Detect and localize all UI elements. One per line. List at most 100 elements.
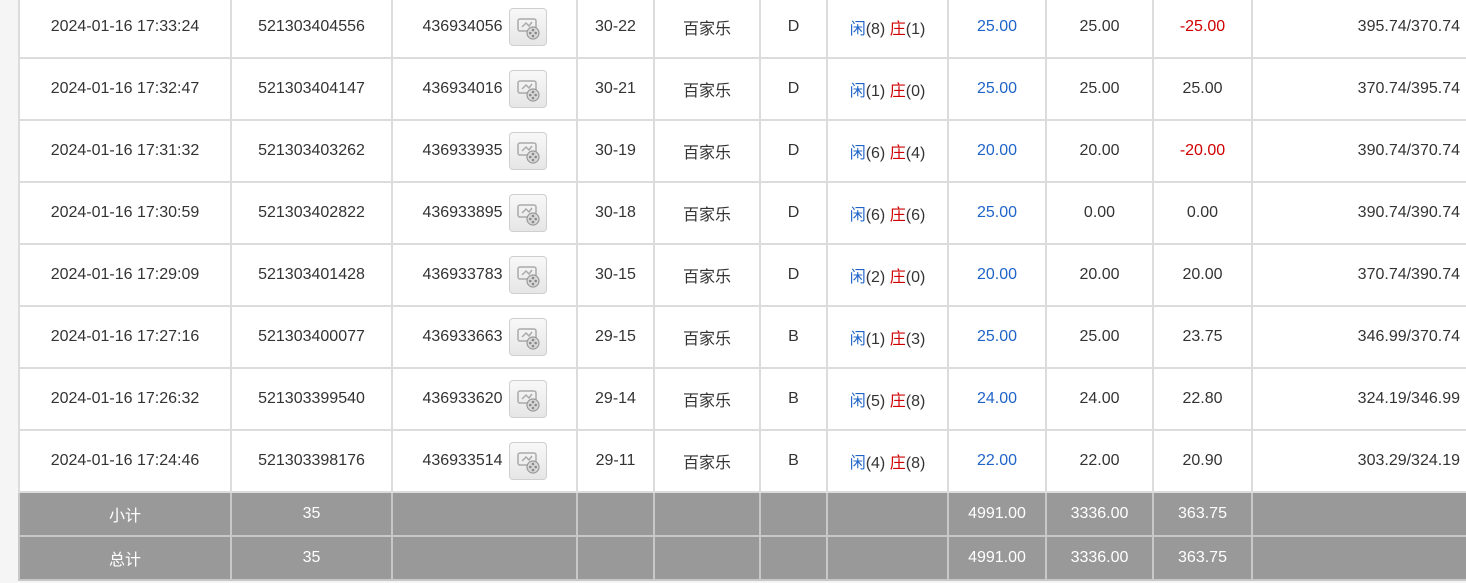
bet-type: D (759, 181, 828, 245)
result-cell: 闲(2) 庄(0) (826, 243, 949, 307)
result-cell: 闲(1) 庄(3) (826, 305, 949, 369)
table-row: 2024-01-16 17:32:47 521303404147 436934016… (18, 57, 1466, 121)
bet-time: 2024-01-16 17:27:16 (18, 305, 232, 369)
bet-amount: 25.00 (947, 181, 1047, 245)
win-loss: 20.00 (1152, 243, 1253, 307)
player-points: (6) (865, 145, 886, 162)
table-row: 2024-01-16 17:24:46 521303398176 436933514… (18, 429, 1466, 493)
table-row: 2024-01-16 17:31:32 521303403262 436933935… (18, 119, 1466, 183)
bet-time: 2024-01-16 17:31:32 (18, 119, 232, 183)
player-points: (6) (865, 207, 886, 224)
player-label: 闲 (849, 331, 866, 348)
round-cell: 436933514 (391, 429, 578, 493)
banker-points: (1) (905, 21, 926, 38)
shoe-number: 29-14 (576, 367, 655, 431)
total-winloss: 363.75 (1152, 535, 1253, 581)
win-loss: 0.00 (1152, 181, 1253, 245)
video-replay-icon[interactable] (508, 380, 547, 418)
player-points: (2) (865, 269, 886, 286)
total-bet-amount: 4991.00 (947, 535, 1047, 581)
shoe-number: 30-18 (576, 181, 655, 245)
balance: 370.74/395.74 (1251, 57, 1466, 121)
round-cell: 436933620 (391, 367, 578, 431)
shoe-number: 29-15 (576, 305, 655, 369)
valid-bet: 22.00 (1045, 429, 1154, 493)
game-name: 百家乐 (653, 119, 761, 183)
bet-time: 2024-01-16 17:33:24 (18, 0, 232, 59)
win-loss: 22.80 (1152, 367, 1253, 431)
banker-label: 庄 (889, 21, 906, 38)
banker-label: 庄 (889, 331, 906, 348)
player-label: 闲 (849, 145, 866, 162)
subtotal-valid: 3336.00 (1045, 491, 1154, 537)
valid-bet: 20.00 (1045, 119, 1154, 183)
banker-points: (3) (905, 331, 926, 348)
bet-type: D (759, 57, 828, 121)
round-number: 436933620 (422, 390, 503, 407)
banker-points: (6) (905, 207, 926, 224)
bet-amount: 25.00 (947, 0, 1047, 59)
total-label: 总计 (18, 535, 232, 581)
win-loss: 25.00 (1152, 57, 1253, 121)
round-number: 436934016 (422, 80, 503, 97)
video-replay-icon[interactable] (508, 132, 547, 170)
bet-type: D (759, 243, 828, 307)
video-replay-icon[interactable] (508, 70, 547, 108)
bet-type: B (759, 305, 828, 369)
bet-type: B (759, 429, 828, 493)
player-label: 闲 (849, 21, 866, 38)
order-number: 521303404147 (230, 57, 393, 121)
win-loss: 20.90 (1152, 429, 1253, 493)
total-row: 总计 35 4991.00 3336.00 363.75 (18, 535, 1466, 581)
player-label: 闲 (849, 207, 866, 224)
banker-points: (0) (905, 269, 926, 286)
banker-label: 庄 (889, 269, 906, 286)
table-row: 2024-01-16 17:29:09 521303401428 436933783… (18, 243, 1466, 307)
balance: 303.29/324.19 (1251, 429, 1466, 493)
round-cell: 436934016 (391, 57, 578, 121)
bet-amount: 22.00 (947, 429, 1047, 493)
banker-points: (4) (905, 145, 926, 162)
valid-bet: 25.00 (1045, 0, 1154, 59)
win-loss: 23.75 (1152, 305, 1253, 369)
balance: 370.74/390.74 (1251, 243, 1466, 307)
total-count: 35 (230, 535, 393, 581)
bet-time: 2024-01-16 17:26:32 (18, 367, 232, 431)
order-number: 521303404556 (230, 0, 393, 59)
round-number: 436933663 (422, 328, 503, 345)
order-number: 521303399540 (230, 367, 393, 431)
game-name: 百家乐 (653, 429, 761, 493)
shoe-number: 30-19 (576, 119, 655, 183)
player-label: 闲 (849, 455, 866, 472)
bet-time: 2024-01-16 17:30:59 (18, 181, 232, 245)
total-valid: 3336.00 (1045, 535, 1154, 581)
player-label: 闲 (849, 83, 866, 100)
subtotal-bet-amount: 4991.00 (947, 491, 1047, 537)
banker-points: (8) (905, 393, 926, 410)
banker-points: (8) (905, 455, 926, 472)
video-replay-icon[interactable] (508, 318, 547, 356)
result-cell: 闲(5) 庄(8) (826, 367, 949, 431)
round-number: 436933783 (422, 266, 503, 283)
player-label: 闲 (849, 393, 866, 410)
result-cell: 闲(6) 庄(6) (826, 181, 949, 245)
bet-amount: 20.00 (947, 119, 1047, 183)
valid-bet: 25.00 (1045, 305, 1154, 369)
subtotal-row: 小计 35 4991.00 3336.00 363.75 (18, 491, 1466, 537)
result-cell: 闲(1) 庄(0) (826, 57, 949, 121)
player-points: (4) (865, 455, 886, 472)
bet-type: D (759, 0, 828, 59)
video-replay-icon[interactable] (508, 256, 547, 294)
bet-type: D (759, 119, 828, 183)
win-loss: -20.00 (1152, 119, 1253, 183)
result-cell: 闲(8) 庄(1) (826, 0, 949, 59)
game-name: 百家乐 (653, 57, 761, 121)
video-replay-icon[interactable] (508, 8, 547, 46)
round-cell: 436933783 (391, 243, 578, 307)
banker-label: 庄 (889, 393, 906, 410)
table-row: 2024-01-16 17:33:24 521303404556 436934056… (18, 0, 1466, 59)
video-replay-icon[interactable] (508, 194, 547, 232)
shoe-number: 29-11 (576, 429, 655, 493)
balance: 346.99/370.74 (1251, 305, 1466, 369)
video-replay-icon[interactable] (508, 442, 547, 480)
